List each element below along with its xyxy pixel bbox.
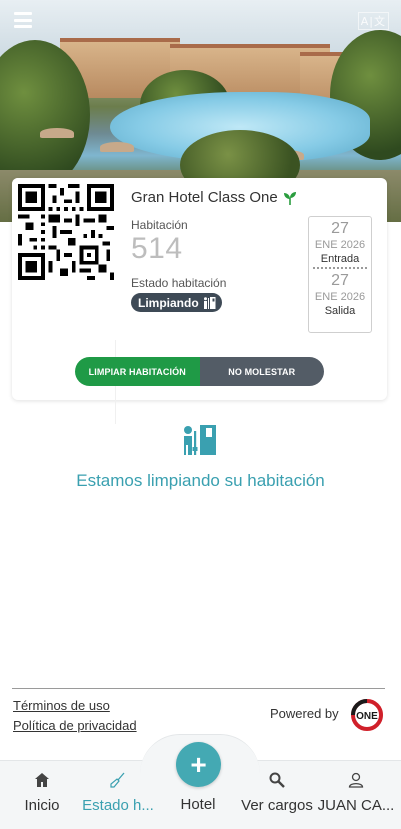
checkout-day: 27: [331, 272, 349, 289]
clean-room-button[interactable]: LIMPIAR HABITACIÓN: [75, 357, 200, 386]
nav-item-profile[interactable]: JUAN CA...: [316, 772, 396, 814]
powered-by-text: Powered by: [270, 706, 339, 721]
user-icon: [348, 772, 364, 788]
room-action-toggle: LIMPIAR HABITACIÓN NO MOLESTAR: [75, 357, 324, 386]
one-logo[interactable]: ONE: [350, 698, 384, 732]
nav-item-hotel[interactable]: Hotel: [158, 772, 238, 813]
checkout-month: ENE 2026: [314, 291, 366, 303]
stay-dates: 27 ENE 2026 Entrada 27 ENE 2026 Salida: [308, 216, 372, 333]
home-icon: [35, 773, 49, 787]
nav-item-charges[interactable]: Ver cargos: [237, 772, 317, 814]
do-not-disturb-button[interactable]: NO MOLESTAR: [199, 357, 324, 386]
svg-text:ONE: ONE: [356, 711, 378, 722]
checkin-label: Entrada: [320, 253, 360, 265]
room-state-badge: Limpiando: [131, 293, 222, 312]
date-divider: [313, 267, 367, 269]
language-icon[interactable]: A|文: [357, 12, 389, 30]
terms-link[interactable]: Términos de uso: [13, 698, 110, 713]
search-icon: [269, 772, 285, 788]
privacy-link[interactable]: Política de privacidad: [13, 718, 137, 733]
nav-label-charges: Ver cargos: [241, 797, 313, 814]
checkout-label: Salida: [324, 305, 356, 317]
cleaning-status-message: Estamos limpiando su habitación: [76, 471, 325, 490]
footer-divider: [12, 688, 385, 689]
nav-label-home: Inicio: [24, 797, 60, 814]
nav-label-room-status: Estado h...: [82, 797, 154, 814]
checkin-month: ENE 2026: [314, 239, 366, 251]
broom-icon: [110, 772, 125, 788]
checkin-day: 27: [331, 220, 349, 237]
nav-item-room-status[interactable]: Estado h...: [78, 772, 158, 814]
sprout-icon: [283, 191, 296, 205]
room-label: Habitación: [131, 218, 188, 232]
qr-code[interactable]: [12, 178, 120, 286]
nav-item-home[interactable]: Inicio: [2, 772, 82, 814]
cleaning-icon: [203, 296, 216, 309]
hamburger-menu-icon[interactable]: [14, 12, 32, 28]
hotel-name: Gran Hotel Class One: [131, 189, 298, 206]
room-number: 514: [131, 232, 183, 265]
nav-label-hotel: Hotel: [180, 796, 216, 813]
room-state-label: Estado habitación: [131, 276, 227, 290]
cleaning-icon: [184, 425, 216, 455]
nav-label-profile: JUAN CA...: [317, 797, 395, 814]
